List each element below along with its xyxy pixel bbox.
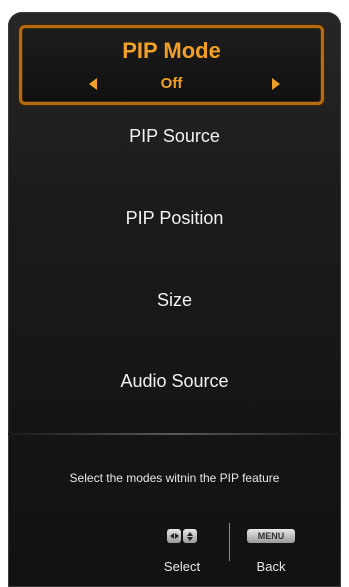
left-right-key-icon <box>167 529 181 543</box>
menu-item-audio-source[interactable]: Audio Source <box>8 371 341 392</box>
footer-divider <box>8 433 341 435</box>
back-label: Back <box>256 559 286 574</box>
footer-separator <box>229 523 230 561</box>
menu-item-pip-position[interactable]: PIP Position <box>8 208 341 229</box>
arrow-right-icon[interactable] <box>272 78 280 90</box>
menu-item-size[interactable]: Size <box>8 290 341 311</box>
up-down-key-icon <box>183 529 197 543</box>
pip-mode-selector[interactable]: PIP Mode Off <box>19 25 324 105</box>
select-label: Select <box>163 559 201 574</box>
menu-item-pip-source[interactable]: PIP Source <box>8 126 341 147</box>
pip-mode-title: PIP Mode <box>122 38 221 63</box>
help-text: Select the modes witnin the PIP feature <box>69 471 280 485</box>
menu-key-icon: MENU <box>247 529 295 543</box>
